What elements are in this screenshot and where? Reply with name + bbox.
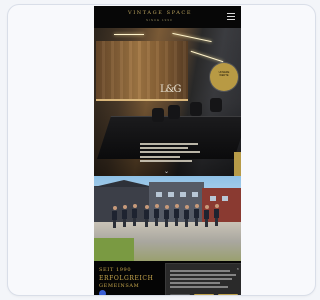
person — [112, 206, 117, 228]
mobile-page-preview: VINTAGE SPACE SINCE 1990 L&G UNSERE WERT… — [94, 6, 241, 295]
cookie-settings-button[interactable] — [170, 294, 190, 295]
team-photo — [94, 176, 241, 261]
preview-card: VINTAGE SPACE SINCE 1990 L&G UNSERE WERT… — [7, 4, 316, 296]
person — [154, 204, 159, 226]
person — [184, 205, 189, 227]
person — [174, 204, 179, 226]
person — [122, 205, 127, 227]
footer-title-line-3: GEMEINSAM — [99, 283, 140, 289]
person — [132, 204, 137, 226]
values-badge[interactable]: UNSERE WERTE — [210, 63, 238, 91]
hero-image: L&G UNSERE WERTE ⌄ — [94, 28, 241, 182]
brand-subtitle: SINCE 1990 — [146, 18, 173, 22]
brand-name[interactable]: VINTAGE SPACE — [128, 10, 192, 16]
badge-line-2: WERTE — [219, 74, 229, 78]
person — [214, 204, 219, 226]
chat-icon[interactable] — [99, 290, 106, 295]
cookie-accept-button[interactable] — [218, 294, 238, 295]
close-icon[interactable]: × — [237, 266, 239, 271]
ceiling-light — [114, 34, 144, 35]
person — [164, 205, 169, 227]
person — [144, 205, 149, 227]
cookie-banner: × — [165, 263, 241, 295]
hamburger-icon[interactable] — [227, 13, 235, 20]
chair — [190, 102, 202, 116]
footer-title-line-1: SEIT 1990 — [99, 267, 132, 273]
footer-title-line-2: ERFOLGREICH — [99, 275, 154, 282]
cookie-reject-button[interactable] — [194, 294, 214, 295]
person — [194, 204, 199, 226]
chair — [168, 105, 180, 119]
lawn — [94, 238, 134, 261]
person — [204, 205, 209, 227]
chair — [152, 108, 164, 122]
ceiling-light — [190, 50, 224, 63]
site-header: VINTAGE SPACE SINCE 1990 — [94, 6, 241, 28]
hero-text — [140, 143, 202, 164]
wall-sign: L&G — [160, 84, 182, 95]
chevron-down-icon[interactable]: ⌄ — [164, 168, 169, 175]
chair — [210, 98, 222, 112]
